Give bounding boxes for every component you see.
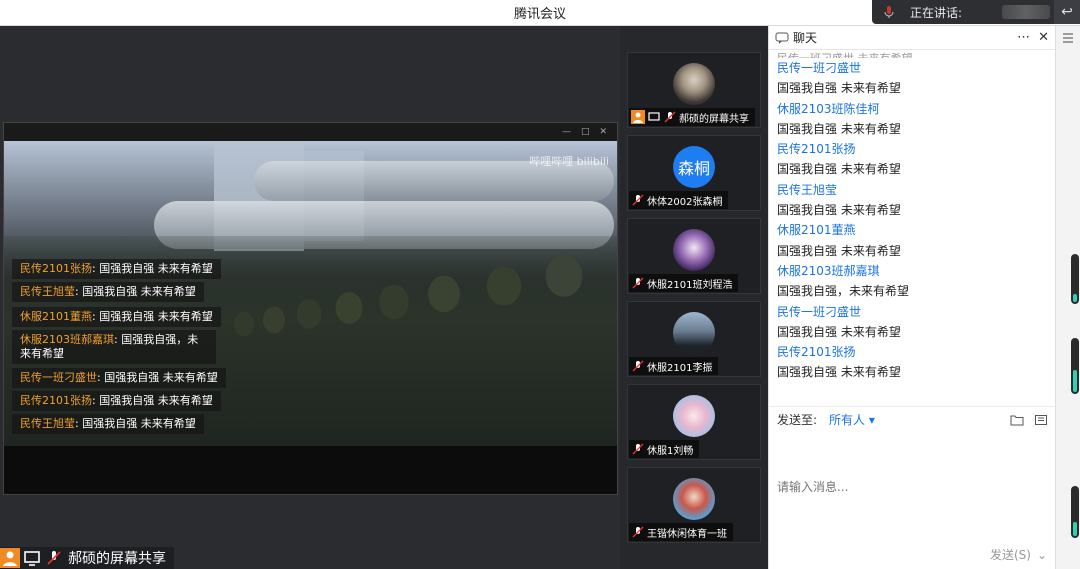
send-to-select[interactable]: 所有人 ▾: [829, 411, 875, 428]
participant-name: 休体2002张森桐: [647, 196, 723, 208]
mic-icon: [884, 6, 894, 18]
chevron-down-icon[interactable]: ⌄: [1037, 548, 1047, 562]
participants-list: 郝硕的屏幕共享 森桐 休体2002张森桐 休服2101班刘程浩 休服2101李振…: [620, 26, 768, 569]
volume-meter: [1071, 486, 1079, 538]
avatar: [673, 312, 715, 354]
participant-tile[interactable]: 郝硕的屏幕共享: [627, 52, 761, 128]
danmu-item: 民传王旭莹: 国强我自强 未来有希望: [12, 414, 204, 434]
stage-label-text: 郝硕的屏幕共享: [68, 551, 166, 567]
screen-share-icon: [648, 112, 660, 121]
avatar: [673, 229, 715, 271]
chat-user: 民传2101张扬: [777, 345, 856, 360]
danmu-item: 休服2101董燕: 国强我自强 未来有希望: [12, 307, 221, 327]
folder-icon[interactable]: [1010, 413, 1024, 427]
send-to-bar: 发送至: 所有人 ▾: [769, 406, 1056, 432]
volume-meter: [1071, 254, 1079, 304]
mic-muted-icon: [632, 443, 644, 455]
right-rail: [1055, 26, 1080, 569]
participant-name: 郝硕的屏幕共享: [679, 113, 749, 125]
menu-icon[interactable]: [1062, 32, 1074, 44]
chat-user: 休服2103班郝嘉琪: [777, 263, 880, 278]
close-icon: ✕: [599, 127, 607, 137]
close-icon[interactable]: ✕: [1038, 30, 1049, 45]
chat-text: 国强我自强 未来有希望: [777, 162, 901, 177]
minimize-icon: —: [561, 127, 571, 137]
danmu-item: 民传2101张扬: 国强我自强 未来有希望: [12, 259, 221, 279]
chat-text: 国强我自强 未来有希望: [777, 203, 901, 218]
message-input[interactable]: [777, 432, 1047, 542]
chat-user: 民传王旭莹: [777, 182, 838, 197]
user-icon: [631, 110, 645, 124]
chat-text: 国强我自强 未来有希望: [777, 365, 901, 380]
avatar: 森桐: [673, 146, 715, 188]
avatar: [673, 63, 715, 105]
danmu-item: 民传一班刁盛世: 国强我自强 未来有希望: [12, 368, 226, 388]
mic-muted-icon: [632, 526, 644, 538]
participant-name: 休服2101李振: [647, 362, 713, 374]
danmu-item: 休服2103班郝嘉琪: 国强我自强，未来有希望: [12, 330, 216, 364]
chat-text: 国强我自强，未来有希望: [777, 284, 910, 299]
shared-window-bar: — □ ✕: [4, 123, 617, 141]
mic-muted-icon: [632, 277, 644, 289]
participant-tile[interactable]: 森桐 休体2002张森桐: [627, 135, 761, 211]
screen-share-icon: [24, 551, 40, 566]
participant-tile[interactable]: 王锴休闲体育一班: [627, 467, 761, 543]
participant-tile[interactable]: 休服2101李振: [627, 301, 761, 377]
speaking-indicator: 正在讲话: ↩: [872, 0, 1080, 24]
chat-text: 国强我自强 未来有希望: [777, 81, 901, 96]
chat-text: 国强我自强 未来有希望: [777, 243, 901, 258]
chat-text: 国强我自强 未来有希望: [777, 121, 901, 136]
shared-window-bottom: [4, 446, 617, 494]
chat-clipped-row: 民传一班刁盛世 未来有希望: [777, 50, 1056, 58]
main-stage: — □ ✕ 哔哩哔哩 bilibili 民传2101张扬: 国强我自强 未来有希…: [0, 26, 620, 569]
chat-user: 休服2103班陈佳柯: [777, 101, 880, 116]
participant-tile[interactable]: 休服1刘畅: [627, 384, 761, 460]
collapse-icon[interactable]: ↩: [1054, 0, 1080, 24]
participant-name: 休服2101班刘程浩: [647, 279, 733, 291]
user-icon: [0, 548, 20, 568]
speaker-avatars: [1002, 5, 1051, 19]
chat-user: 民传一班刁盛世: [777, 304, 862, 319]
chat-title: 聊天: [793, 31, 818, 45]
mic-muted-icon: [664, 111, 676, 123]
window-title: 腾讯会议: [513, 7, 566, 22]
volume-meter: [1071, 338, 1079, 394]
chat-messages: 民传一班刁盛世 未来有希望 民传一班刁盛世 国强我自强 未来有希望 休服2103…: [769, 50, 1056, 406]
mic-muted-icon: [632, 360, 644, 372]
chat-header: 聊天 ⋯ ✕: [769, 26, 1055, 50]
video-watermark: 哔哩哔哩 bilibili: [529, 155, 609, 168]
chat-icon: [775, 32, 789, 44]
maximize-icon: □: [580, 127, 590, 137]
chat-text: 国强我自强 未来有希望: [777, 324, 901, 339]
stage-name-tag: 郝硕的屏幕共享: [0, 547, 174, 569]
danmu-item: 民传王旭莹: 国强我自强 未来有希望: [12, 282, 204, 302]
send-button[interactable]: 发送(S) ⌄: [990, 546, 1047, 563]
screenshot-icon[interactable]: [1034, 413, 1048, 427]
participant-tile[interactable]: 休服2101班刘程浩: [627, 218, 761, 294]
chat-user: 民传一班刁盛世: [777, 61, 862, 75]
chat-user: 休服2101董燕: [777, 223, 856, 238]
mic-muted-icon: [47, 551, 61, 565]
send-to-label: 发送至:: [777, 413, 818, 427]
avatar: [673, 478, 715, 520]
avatar: [673, 395, 715, 437]
danmu-item: 民传2101张扬: 国强我自强 未来有希望: [12, 391, 221, 411]
participant-name: 休服1刘畅: [647, 445, 694, 457]
mic-muted-icon: [632, 194, 644, 206]
speaking-label: 正在讲话:: [910, 5, 963, 20]
participant-name: 王锴休闲体育一班: [647, 528, 727, 540]
chat-panel: 聊天 ⋯ ✕ 民传一班刁盛世 未来有希望 民传一班刁盛世 国强我自强 未来有希望…: [768, 26, 1056, 569]
more-icon[interactable]: ⋯: [1017, 30, 1030, 45]
chat-user: 民传2101张扬: [777, 142, 856, 157]
